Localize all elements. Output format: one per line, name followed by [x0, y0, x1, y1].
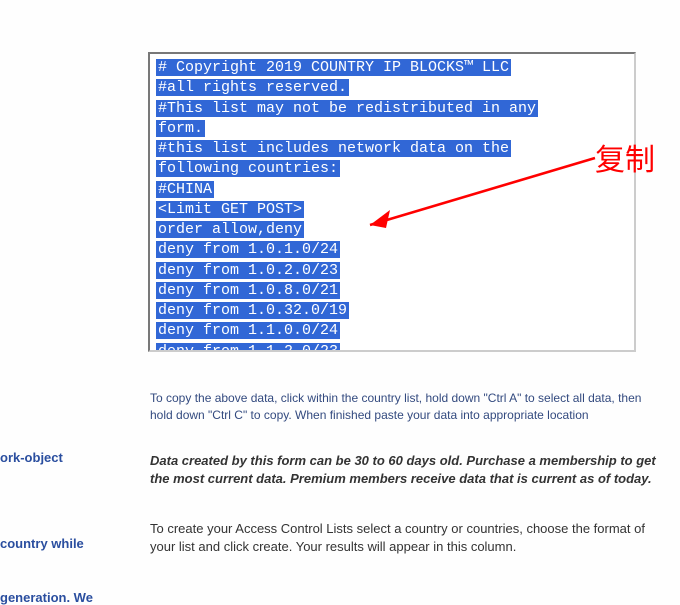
left-fragment-3: generation. We	[0, 590, 93, 605]
textarea-line: deny from 1.0.1.0/24	[156, 240, 628, 260]
annotation-copy-label: 复制	[595, 135, 655, 179]
textarea-line: deny from 1.1.2.0/23	[156, 342, 628, 353]
ip-block-list-container: # Copyright 2019 COUNTRY IP BLOCKS™ LLC#…	[148, 52, 636, 352]
left-fragment-2: country while	[0, 536, 84, 551]
textarea-line: following countries:	[156, 159, 628, 179]
ip-block-list-textarea[interactable]: # Copyright 2019 COUNTRY IP BLOCKS™ LLC#…	[148, 52, 636, 352]
textarea-line: #CHINA	[156, 180, 628, 200]
textarea-line: #this list includes network data on the	[156, 139, 628, 159]
textarea-line: # Copyright 2019 COUNTRY IP BLOCKS™ LLC	[156, 58, 628, 78]
textarea-line: #This list may not be redistributed in a…	[156, 99, 628, 119]
membership-note: Data created by this form can be 30 to 6…	[150, 452, 660, 488]
textarea-line: deny from 1.0.2.0/23	[156, 261, 628, 281]
left-fragment-1: ork-object	[0, 450, 63, 465]
copy-instructions: To copy the above data, click within the…	[150, 390, 660, 425]
textarea-line: deny from 1.0.32.0/19	[156, 301, 628, 321]
textarea-line: #all rights reserved.	[156, 78, 628, 98]
textarea-line: form.	[156, 119, 628, 139]
textarea-line: deny from 1.1.0.0/24	[156, 321, 628, 341]
acl-instructions: To create your Access Control Lists sele…	[150, 520, 660, 556]
textarea-line: order allow,deny	[156, 220, 628, 240]
textarea-line: deny from 1.0.8.0/21	[156, 281, 628, 301]
textarea-line: <Limit GET POST>	[156, 200, 628, 220]
